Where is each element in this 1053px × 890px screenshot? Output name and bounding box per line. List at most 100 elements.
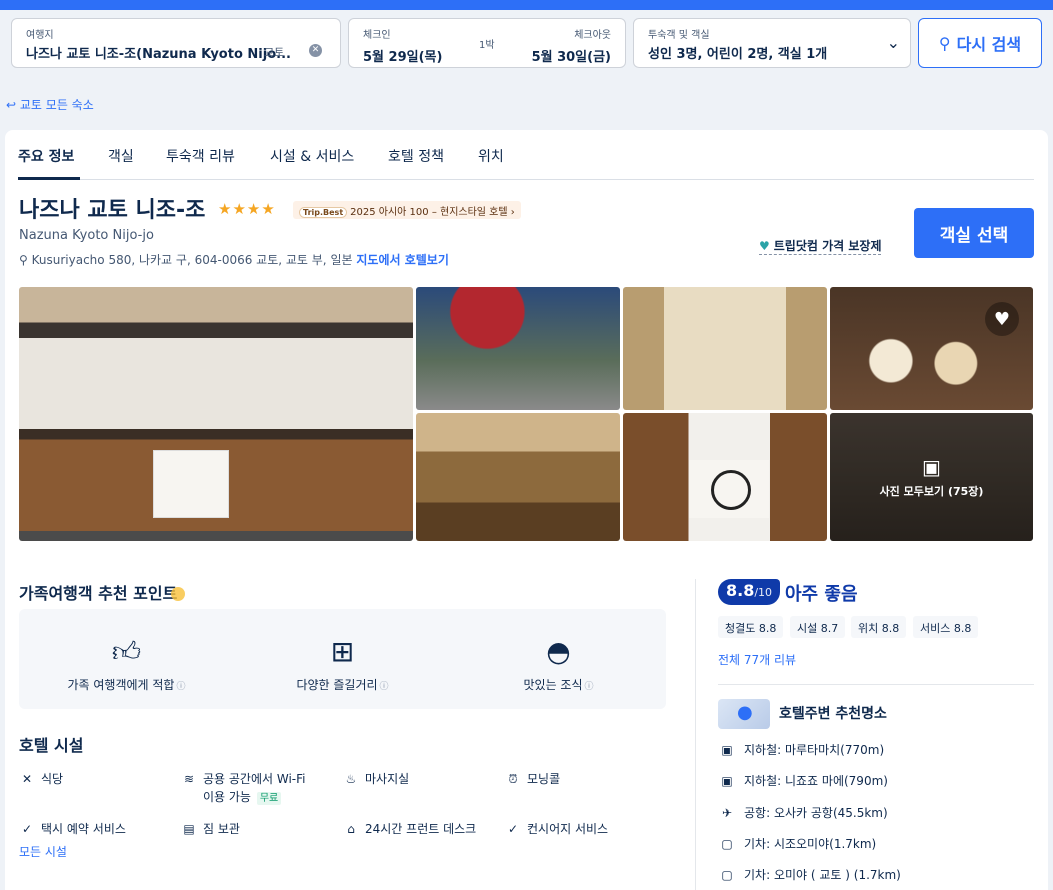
- facility-item: ✕ 식당: [19, 770, 63, 787]
- family-point-kids[interactable]: 👍︎ 가족 여행객에게 적합 ⓘ: [19, 609, 234, 709]
- all-photos-label: 사진 모두보기 (75장): [879, 485, 984, 498]
- all-facilities-link[interactable]: 모든 시설: [19, 843, 67, 860]
- tab-rooms[interactable]: 객실: [108, 146, 134, 166]
- family-point-activities[interactable]: ⊞ 다양한 즐길거리 ⓘ: [235, 609, 450, 709]
- luggage-icon: ▤: [183, 822, 195, 836]
- back-arrow-icon: ↩: [6, 98, 17, 112]
- tab-facilities[interactable]: 시설 & 서비스: [270, 146, 354, 166]
- checkout-value[interactable]: 5월 30일(금): [532, 46, 611, 65]
- destination-value[interactable]: 나즈나 교토 니조-조(Nazuna Kyoto Nijo...: [26, 43, 291, 62]
- nearby-label: 지하철: 니죠죠 마에(790m): [744, 774, 888, 788]
- facility-item: ⌂ 24시간 프런트 데스크: [343, 820, 476, 837]
- search-again-button[interactable]: ⚲ 다시 검색: [918, 18, 1042, 68]
- hotel-address-row: ⚲ Kusuriyacho 580, 나카교 구, 604-0066 교토, 교…: [19, 251, 449, 268]
- star-rating: ★★★★: [218, 200, 276, 218]
- map-thumbnail[interactable]: ●: [718, 699, 770, 729]
- tab-location[interactable]: 위치: [478, 146, 504, 166]
- review-score: 8.8: [726, 581, 755, 600]
- nearby-label: 기차: 오미야 ( 교토 ) (1.7km): [744, 868, 901, 882]
- trip-best-brand: Trip.Best: [299, 207, 348, 218]
- section-divider: [718, 684, 1034, 685]
- family-point-breakfast[interactable]: ◓ 맛있는 조식 ⓘ: [451, 609, 666, 709]
- trip-best-badge[interactable]: Trip.Best 2025 아시아 100 – 현지스타일 호텔 ›: [293, 201, 521, 219]
- sub-score-location: 위치 8.8: [851, 616, 907, 638]
- section-tabs: 주요 정보 객실 투숙객 리뷰 시설 & 서비스 호텔 정책 위치: [18, 130, 1034, 180]
- select-room-button[interactable]: 객실 선택: [914, 208, 1034, 258]
- facility-label: 식당: [41, 772, 64, 786]
- info-icon[interactable]: ⓘ: [380, 682, 389, 692]
- family-point-label: 맛있는 조식 ⓘ: [451, 676, 666, 693]
- location-pin-icon: ⚲: [19, 253, 28, 267]
- facility-label: 짐 보관: [203, 822, 240, 836]
- facility-label: 컨시어지 서비스: [527, 822, 609, 836]
- chevron-down-icon[interactable]: ⌄: [887, 33, 900, 52]
- hotel-english-name: Nazuna Kyoto Nijo-jo: [19, 228, 154, 243]
- back-link-label: 교토 모든 숙소: [19, 98, 94, 112]
- search-icon: ⚲: [938, 33, 951, 53]
- nearby-item: ▣ 지하철: 마루타마치(770m): [718, 741, 884, 758]
- photos-icon: ▣: [922, 455, 941, 479]
- column-divider: [695, 579, 696, 890]
- favorite-heart-icon[interactable]: ♥: [985, 302, 1019, 336]
- all-photos-button[interactable]: ▣ 사진 모두보기 (75장): [830, 455, 1033, 499]
- facility-item: ▤ 짐 보관: [181, 820, 240, 837]
- train-icon: ▢: [721, 868, 733, 882]
- checkin-value[interactable]: 5월 29일(목): [363, 46, 442, 65]
- thumbs-up-icon: 👍︎: [111, 635, 142, 668]
- clear-icon[interactable]: ✕: [309, 44, 322, 57]
- room-photo[interactable]: [623, 287, 827, 410]
- review-score-label: 아주 좋음: [785, 584, 858, 605]
- grid-icon: ⊞: [330, 635, 355, 668]
- train-icon: ▢: [721, 837, 733, 851]
- family-point-text: 다양한 즐길거리: [296, 678, 378, 692]
- facilities-title: 호텔 시설: [19, 736, 84, 755]
- check-circle-icon: ✓: [21, 822, 33, 836]
- destination-field[interactable]: 여행지 나즈나 교토 니조-조(Nazuna Kyoto Nijo... 교토 …: [11, 18, 341, 68]
- map-link[interactable]: 지도에서 호텔보기: [356, 253, 449, 267]
- family-point-label: 가족 여행객에게 적합 ⓘ: [19, 676, 234, 693]
- lobby-photo[interactable]: [416, 413, 620, 541]
- info-icon[interactable]: ⓘ: [176, 682, 185, 692]
- facility-label: 마사지실: [365, 772, 410, 786]
- sub-score-cleanliness: 청결도 8.8: [718, 616, 784, 638]
- review-score-badge: 8.8/10: [718, 579, 781, 605]
- price-guarantee[interactable]: ♥ 트립닷컴 가격 보장제: [759, 237, 882, 255]
- facility-item-cont: 이용 가능 무료: [203, 788, 282, 805]
- alarm-icon: ⏰︎: [508, 772, 518, 786]
- back-link[interactable]: ↩ 교토 모든 숙소: [6, 96, 94, 113]
- tab-reviews[interactable]: 투숙객 리뷰: [166, 146, 235, 166]
- cloche-icon: ◓: [546, 635, 571, 668]
- review-score-max: /10: [754, 586, 773, 599]
- family-title-text: 가족여행객 추천 포인트: [19, 584, 178, 603]
- subway-icon: ▣: [721, 743, 733, 757]
- nearby-label: 지하철: 마루타마치(770m): [744, 743, 885, 757]
- front-desk-icon: ⌂: [347, 822, 355, 836]
- garden-photo[interactable]: [416, 287, 620, 410]
- guests-value[interactable]: 성인 3명, 어린이 2명, 객실 1개: [648, 43, 827, 62]
- family-section-title: 가족여행객 추천 포인트: [19, 580, 186, 604]
- info-icon[interactable]: ⓘ: [585, 682, 594, 692]
- wifi-icon: ≋: [183, 772, 195, 786]
- utensils-icon: ✕: [21, 772, 33, 786]
- facility-item: ✓ 택시 예약 서비스: [19, 820, 126, 837]
- nearby-item: ▢ 기차: 오미야 ( 교토 ) (1.7km): [718, 866, 901, 883]
- sparkle-dot-icon: [171, 587, 186, 601]
- guests-field[interactable]: 투숙객 및 객실 성인 3명, 어린이 2명, 객실 1개 ⌄: [633, 18, 911, 68]
- curtain-crest: [689, 460, 769, 518]
- facility-label: 택시 예약 서비스: [41, 822, 126, 836]
- price-guarantee-label: 트립닷컴 가격 보장제: [773, 239, 882, 253]
- nights-count: 1박: [479, 40, 495, 51]
- hotel-detail-card: 주요 정보 객실 투숙객 리뷰 시설 & 서비스 호텔 정책 위치 나즈나 교토…: [5, 130, 1048, 890]
- facility-item: ≋ 공용 공간에서 Wi-Fi: [181, 770, 306, 787]
- search-again-label: 다시 검색: [956, 35, 1022, 54]
- tab-policies[interactable]: 호텔 정책: [388, 146, 444, 166]
- date-field[interactable]: 체크인 체크아웃 1박 5월 29일(목) 5월 30일(금): [348, 18, 626, 68]
- tab-overview[interactable]: 주요 정보: [18, 146, 81, 180]
- all-reviews-link[interactable]: 전체 77개 리뷰: [718, 651, 796, 668]
- map-pin-icon: ●: [737, 702, 753, 723]
- facility-item: ♨ 마사지실: [343, 770, 410, 787]
- family-point-label: 다양한 즐길거리 ⓘ: [235, 676, 450, 693]
- nearby-label: 공항: 오사카 공항(45.5km): [744, 806, 888, 820]
- nearby-title: 호텔주변 추천명소: [779, 706, 887, 722]
- entrance-curtain: [153, 450, 229, 518]
